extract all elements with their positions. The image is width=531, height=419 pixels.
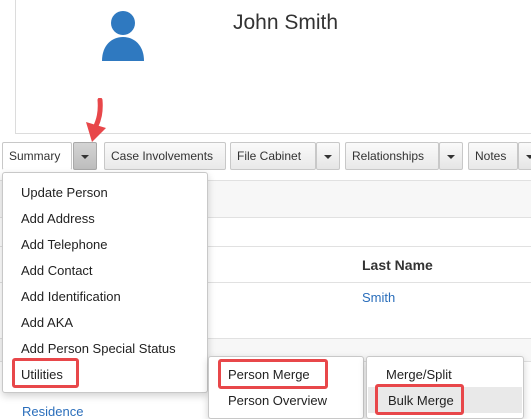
menu-item-merge-split[interactable]: Merge/Split — [386, 367, 452, 382]
menu-item-add-contact[interactable]: Add Contact — [21, 263, 93, 278]
menu-item-update-person[interactable]: Update Person — [21, 185, 108, 200]
menu-item-add-aka[interactable]: Add AKA — [21, 315, 73, 330]
tab-relationships[interactable]: Relationships — [345, 142, 439, 170]
summary-dropdown-toggle[interactable] — [73, 142, 97, 170]
person-name-heading: John Smith — [233, 11, 339, 34]
menu-item-add-identification[interactable]: Add Identification — [21, 289, 121, 304]
tab-notes[interactable]: Notes — [468, 142, 518, 170]
menu-item-add-telephone[interactable]: Add Telephone — [21, 237, 108, 252]
tab-case-involvements[interactable]: Case Involvements — [104, 142, 226, 170]
last-name-column-header: Last Name — [362, 257, 433, 273]
last-name-cell-link[interactable]: Smith — [362, 290, 395, 305]
person-avatar-icon — [102, 11, 144, 61]
menu-item-person-overview[interactable]: Person Overview — [228, 393, 327, 408]
person-summary-page: John Smith Last Name Smith Residence Sum… — [0, 0, 531, 419]
tab-file-cabinet[interactable]: File Cabinet — [230, 142, 316, 170]
menu-item-add-person-special-status[interactable]: Add Person Special Status — [21, 341, 176, 356]
caret-down-icon — [81, 155, 89, 159]
notes-dropdown-toggle[interactable] — [518, 142, 531, 170]
file-cabinet-dropdown-toggle[interactable] — [316, 142, 340, 170]
red-pointer-arrow-icon — [86, 98, 106, 142]
relationships-dropdown-toggle[interactable] — [439, 142, 463, 170]
caret-down-icon — [526, 155, 531, 159]
menu-item-add-address[interactable]: Add Address — [21, 211, 95, 226]
caret-down-icon — [447, 155, 455, 159]
person-merge-highlight-box — [218, 359, 328, 389]
tab-summary[interactable]: Summary — [2, 142, 72, 170]
bulk-merge-highlight-box — [375, 384, 464, 415]
caret-down-icon — [324, 155, 332, 159]
utilities-highlight-box — [12, 358, 79, 388]
residence-link[interactable]: Residence — [22, 404, 83, 419]
person-tab-bar: Summary Case Involvements File Cabinet R… — [0, 142, 531, 170]
